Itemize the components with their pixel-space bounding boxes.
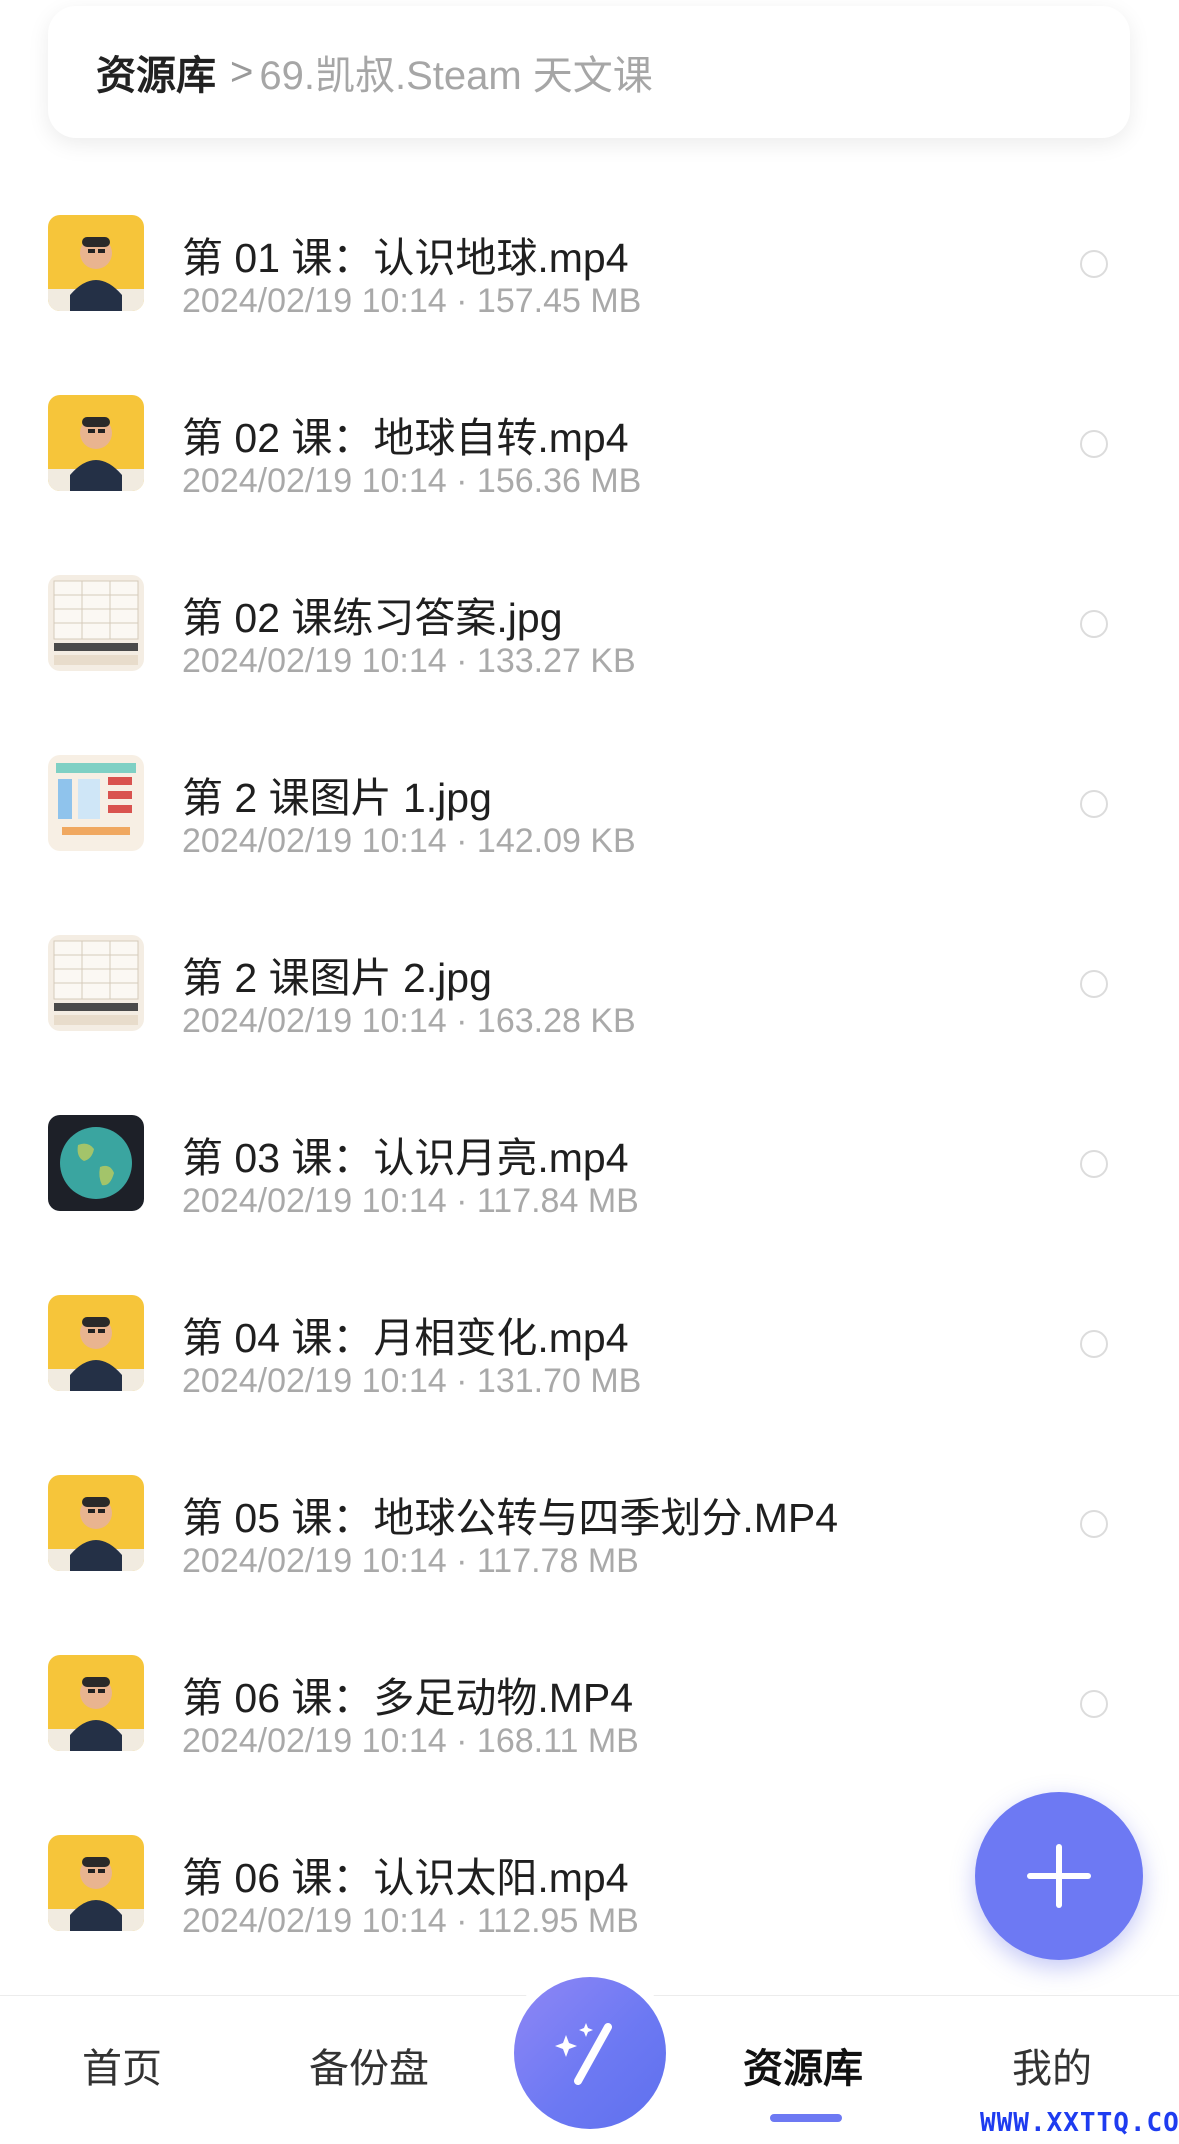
file-name: 第 04 课：月相变化.mp4 bbox=[182, 1315, 629, 1361]
select-circle-icon[interactable] bbox=[1080, 1510, 1108, 1538]
select-circle-icon[interactable] bbox=[1080, 250, 1108, 278]
file-name: 第 01 课：认识地球.mp4 bbox=[182, 235, 629, 281]
select-circle-icon[interactable] bbox=[1080, 1690, 1108, 1718]
file-meta: 2024/02/19 10:14 · 131.70 MB bbox=[182, 1362, 642, 1400]
worksheet-thumbnail bbox=[48, 935, 144, 1031]
diagram-thumbnail bbox=[48, 755, 144, 851]
select-circle-icon[interactable] bbox=[1080, 610, 1108, 638]
file-meta: 2024/02/19 10:14 · 117.78 MB bbox=[182, 1542, 639, 1580]
breadcrumb: 资源库 > 69.凯叔.Steam 天文课 bbox=[48, 6, 1130, 138]
file-list: 第 01 课：认识地球.mp4 2024/02/19 10:14 · 157.4… bbox=[0, 180, 1179, 1980]
video-thumbnail bbox=[48, 1835, 144, 1931]
file-meta: 2024/02/19 10:14 · 112.95 MB bbox=[182, 1902, 639, 1940]
file-row[interactable]: 第 04 课：月相变化.mp4 2024/02/19 10:14 · 131.7… bbox=[0, 1260, 1179, 1440]
file-name: 第 03 课：认识月亮.mp4 bbox=[182, 1135, 629, 1181]
nav-mine[interactable]: 我的 bbox=[1012, 2036, 1092, 2094]
select-circle-icon[interactable] bbox=[1080, 790, 1108, 818]
file-row[interactable]: 第 2 课图片 1.jpg 2024/02/19 10:14 · 142.09 … bbox=[0, 720, 1179, 900]
file-meta: 2024/02/19 10:14 · 117.84 MB bbox=[182, 1182, 639, 1220]
file-name: 第 02 课练习答案.jpg bbox=[182, 595, 563, 641]
file-name: 第 06 课：认识太阳.mp4 bbox=[182, 1855, 629, 1901]
file-row[interactable]: 第 02 课练习答案.jpg 2024/02/19 10:14 · 133.27… bbox=[0, 540, 1179, 720]
select-circle-icon[interactable] bbox=[1080, 430, 1108, 458]
file-row[interactable]: 第 2 课图片 2.jpg 2024/02/19 10:14 · 163.28 … bbox=[0, 900, 1179, 1080]
file-row[interactable]: 第 03 课：认识月亮.mp4 2024/02/19 10:14 · 117.8… bbox=[0, 1080, 1179, 1260]
breadcrumb-current: 69.凯叔.Steam 天文课 bbox=[259, 54, 653, 98]
center-action-button[interactable] bbox=[514, 1977, 666, 2129]
file-name: 第 02 课：地球自转.mp4 bbox=[182, 415, 629, 461]
file-meta: 2024/02/19 10:14 · 156.36 MB bbox=[182, 462, 642, 500]
worksheet-thumbnail bbox=[48, 575, 144, 671]
file-row[interactable]: 第 05 课：地球公转与四季划分.MP4 2024/02/19 10:14 · … bbox=[0, 1440, 1179, 1620]
video-thumbnail bbox=[48, 395, 144, 491]
video-thumbnail bbox=[48, 1655, 144, 1751]
globe-thumbnail bbox=[48, 1115, 144, 1211]
nav-active-indicator bbox=[770, 2114, 842, 2122]
select-circle-icon[interactable] bbox=[1080, 1330, 1108, 1358]
file-name: 第 06 课：多足动物.MP4 bbox=[182, 1675, 634, 1721]
watermark: WWW.XXTTQ.COM bbox=[980, 2108, 1179, 2138]
file-row[interactable]: 第 06 课：多足动物.MP4 2024/02/19 10:14 · 168.1… bbox=[0, 1620, 1179, 1800]
file-meta: 2024/02/19 10:14 · 157.45 MB bbox=[182, 282, 642, 320]
video-thumbnail bbox=[48, 1295, 144, 1391]
file-meta: 2024/02/19 10:14 · 133.27 KB bbox=[182, 642, 636, 680]
video-thumbnail bbox=[48, 1475, 144, 1571]
breadcrumb-root[interactable]: 资源库 bbox=[96, 43, 216, 101]
file-row[interactable]: 第 02 课：地球自转.mp4 2024/02/19 10:14 · 156.3… bbox=[0, 360, 1179, 540]
breadcrumb-separator-icon: > bbox=[230, 49, 254, 94]
file-name: 第 2 课图片 1.jpg bbox=[182, 775, 492, 821]
magic-wand-icon bbox=[555, 2023, 612, 2085]
select-circle-icon[interactable] bbox=[1080, 1150, 1108, 1178]
file-meta: 2024/02/19 10:14 · 142.09 KB bbox=[182, 822, 636, 860]
nav-home[interactable]: 首页 bbox=[82, 2036, 162, 2094]
video-thumbnail bbox=[48, 215, 144, 311]
file-name: 第 05 课：地球公转与四季划分.MP4 bbox=[182, 1495, 839, 1541]
add-button[interactable] bbox=[975, 1792, 1143, 1960]
file-meta: 2024/02/19 10:14 · 168.11 MB bbox=[182, 1722, 639, 1760]
nav-library[interactable]: 资源库 bbox=[743, 2036, 863, 2094]
select-circle-icon[interactable] bbox=[1080, 970, 1108, 998]
file-row[interactable]: 第 01 课：认识地球.mp4 2024/02/19 10:14 · 157.4… bbox=[0, 180, 1179, 360]
file-meta: 2024/02/19 10:14 · 163.28 KB bbox=[182, 1002, 636, 1040]
file-name: 第 2 课图片 2.jpg bbox=[182, 955, 492, 1001]
nav-backup[interactable]: 备份盘 bbox=[309, 2036, 429, 2094]
